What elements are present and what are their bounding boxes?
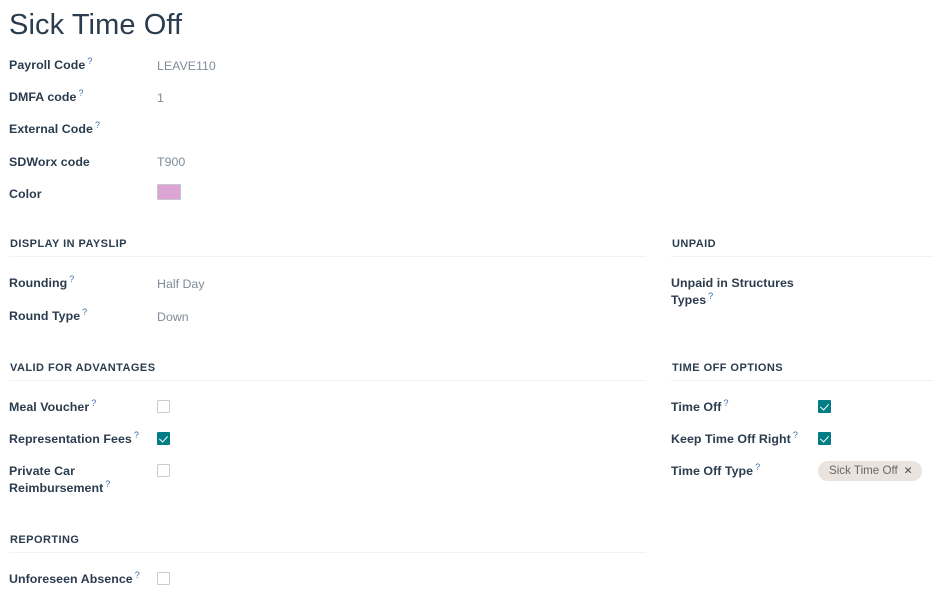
field-label-representation-fees: Representation Fees? [9,430,139,447]
record-form-page: Sick Time Off Payroll Code? LEAVE110 DMF… [0,0,933,603]
field-label-unforeseen-absence: Unforeseen Absence? [9,570,140,587]
help-icon[interactable]: ? [105,479,110,489]
field-label-payroll-code: Payroll Code? [9,56,93,73]
section-divider [671,380,933,381]
field-label-meal-voucher: Meal Voucher? [9,398,97,415]
section-divider [9,380,646,381]
section-title-time-off-options: Time Off Options [672,362,784,374]
field-value-round-type[interactable]: Down [157,309,189,326]
section-title-unpaid: Unpaid [672,238,717,250]
help-icon[interactable]: ? [723,398,728,408]
tag-list-time-off-type: Sick Time Off ✕ [818,461,922,481]
section-title-display-in-payslip: Display in Payslip [10,238,127,250]
checkbox-wrapper-keep-time-off-right [818,432,831,450]
field-value-payroll-code[interactable]: LEAVE110 [157,58,216,75]
help-icon[interactable]: ? [134,430,139,440]
section-time-off-options: Time Off Options [671,361,933,381]
field-unpaid-in-structures-types: Unpaid in Structures Types? [671,275,801,309]
field-time-off-type: Time Off Type? [671,463,760,480]
field-time-off: Time Off? [671,399,729,416]
field-label-color: Color [9,187,42,201]
help-icon[interactable]: ? [135,570,140,580]
checkbox-unforeseen-absence[interactable] [157,572,170,585]
section-unpaid: Unpaid [671,237,933,257]
field-keep-time-off-right: Keep Time Off Right? [671,431,798,448]
help-icon[interactable]: ? [91,398,96,408]
field-label-private-car-reimbursement: Private Car Reimbursement? [9,464,111,496]
checkbox-wrapper-private-car-reimbursement [157,464,170,482]
field-label-time-off: Time Off? [671,398,729,415]
tag-sick-time-off[interactable]: Sick Time Off ✕ [818,461,922,481]
field-round-type: Round Type? [9,308,87,325]
page-title: Sick Time Off [9,9,183,41]
section-divider [9,256,646,257]
checkbox-wrapper-time-off [818,400,831,418]
help-icon[interactable]: ? [95,120,100,130]
checkbox-wrapper-meal-voucher [157,400,170,418]
help-icon[interactable]: ? [708,291,713,301]
field-dmfa-code: DMFA code? [9,89,84,106]
checkbox-private-car-reimbursement[interactable] [157,464,170,477]
help-icon[interactable]: ? [82,307,87,317]
field-value-rounding[interactable]: Half Day [157,276,205,293]
checkbox-representation-fees[interactable] [157,432,170,445]
section-title-reporting: Reporting [10,534,80,546]
help-icon[interactable]: ? [69,274,74,284]
tag-label: Sick Time Off [829,464,898,477]
field-private-car-reimbursement: Private Car Reimbursement? [9,463,149,497]
field-unforeseen-absence: Unforeseen Absence? [9,571,140,588]
section-valid-for-advantages: Valid for Advantages [9,361,646,381]
color-swatch-wrapper [157,184,181,200]
help-icon[interactable]: ? [78,88,83,98]
field-value-dmfa-code[interactable]: 1 [157,90,164,107]
field-label-dmfa-code: DMFA code? [9,88,84,105]
close-icon[interactable]: ✕ [904,466,913,477]
help-icon[interactable]: ? [755,462,760,472]
field-external-code: External Code? [9,121,100,138]
section-divider [671,256,933,257]
field-representation-fees: Representation Fees? [9,431,139,448]
field-label-unpaid-in-structures-types: Unpaid in Structures Types? [671,276,794,308]
section-reporting: Reporting [9,533,646,553]
field-label-sdworx-code: SDWorx code [9,155,90,169]
field-label-round-type: Round Type? [9,307,88,324]
field-label-keep-time-off-right: Keep Time Off Right? [671,430,798,447]
field-color: Color [9,186,42,203]
section-display-in-payslip: Display in Payslip [9,237,646,257]
field-payroll-code: Payroll Code? [9,57,92,74]
checkbox-keep-time-off-right[interactable] [818,432,831,445]
section-title-valid-for-advantages: Valid for Advantages [10,362,156,374]
color-swatch[interactable] [157,184,181,200]
field-label-external-code: External Code? [9,120,101,137]
help-icon[interactable]: ? [793,430,798,440]
help-icon[interactable]: ? [87,56,92,66]
field-sdworx-code: SDWorx code [9,154,90,171]
field-value-sdworx-code[interactable]: T900 [157,154,185,171]
section-divider [9,552,646,553]
field-meal-voucher: Meal Voucher? [9,399,96,416]
checkbox-time-off[interactable] [818,400,831,413]
field-label-rounding: Rounding? [9,274,75,291]
checkbox-meal-voucher[interactable] [157,400,170,413]
checkbox-wrapper-unforeseen-absence [157,572,170,590]
field-rounding: Rounding? [9,275,74,292]
checkbox-wrapper-representation-fees [157,432,170,450]
field-label-time-off-type: Time Off Type? [671,462,761,479]
